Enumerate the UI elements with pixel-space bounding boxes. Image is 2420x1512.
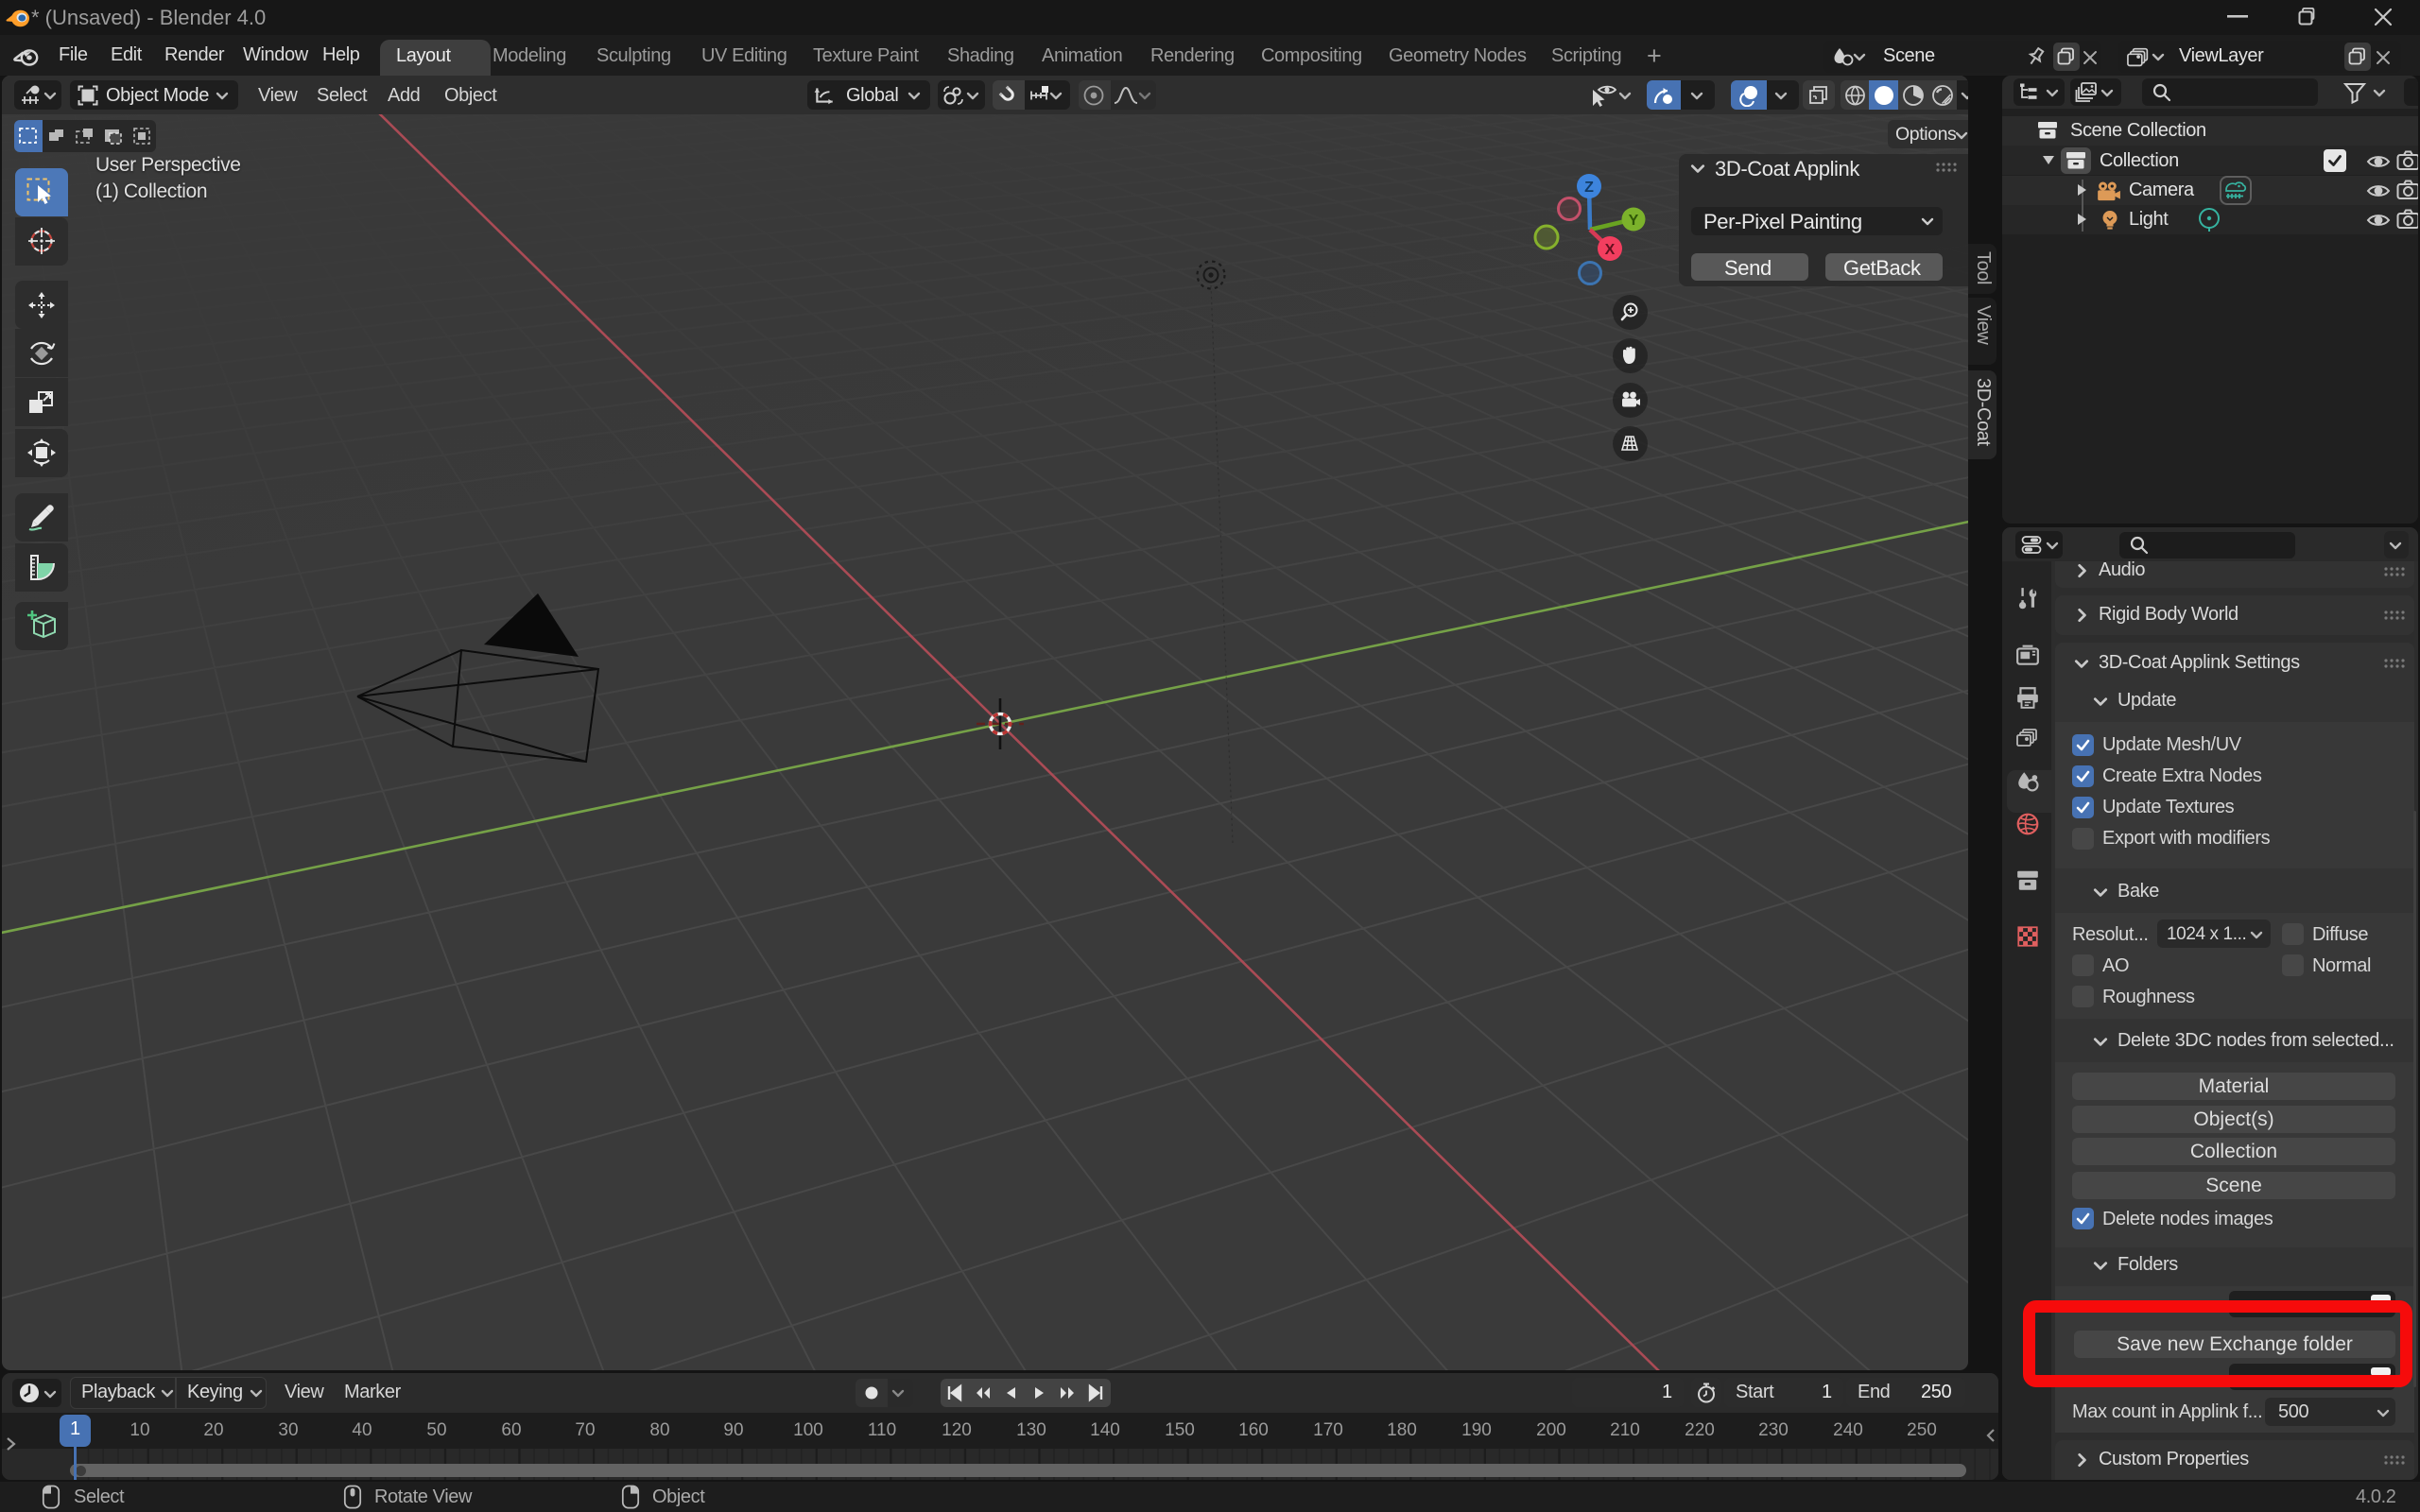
svg-text:110: 110 [868, 1420, 896, 1440]
svg-text:100: 100 [793, 1420, 823, 1440]
svg-text:200: 200 [1536, 1420, 1566, 1440]
svg-text:230: 230 [1758, 1420, 1789, 1440]
svg-text:170: 170 [1313, 1420, 1343, 1440]
svg-text:40: 40 [352, 1420, 372, 1440]
svg-text:160: 160 [1238, 1420, 1269, 1440]
svg-text:130: 130 [1016, 1420, 1046, 1440]
svg-text:20: 20 [203, 1420, 223, 1440]
svg-text:10: 10 [130, 1420, 149, 1440]
svg-text:180: 180 [1387, 1420, 1417, 1440]
svg-text:70: 70 [575, 1420, 595, 1440]
svg-text:50: 50 [426, 1420, 446, 1440]
svg-text:220: 220 [1685, 1420, 1715, 1440]
svg-text:60: 60 [501, 1420, 521, 1440]
svg-text:X: X [1605, 242, 1616, 258]
svg-text:240: 240 [1833, 1420, 1863, 1440]
svg-text:Y: Y [1629, 213, 1639, 229]
svg-text:30: 30 [278, 1420, 298, 1440]
svg-text:Z: Z [1584, 180, 1594, 196]
svg-text:140: 140 [1090, 1420, 1120, 1440]
svg-text:120: 120 [942, 1420, 972, 1440]
svg-text:80: 80 [649, 1420, 669, 1440]
svg-text:150: 150 [1165, 1420, 1195, 1440]
svg-text:250: 250 [1907, 1420, 1937, 1440]
svg-text:210: 210 [1610, 1420, 1640, 1440]
svg-text:90: 90 [723, 1420, 743, 1440]
svg-text:190: 190 [1461, 1420, 1492, 1440]
